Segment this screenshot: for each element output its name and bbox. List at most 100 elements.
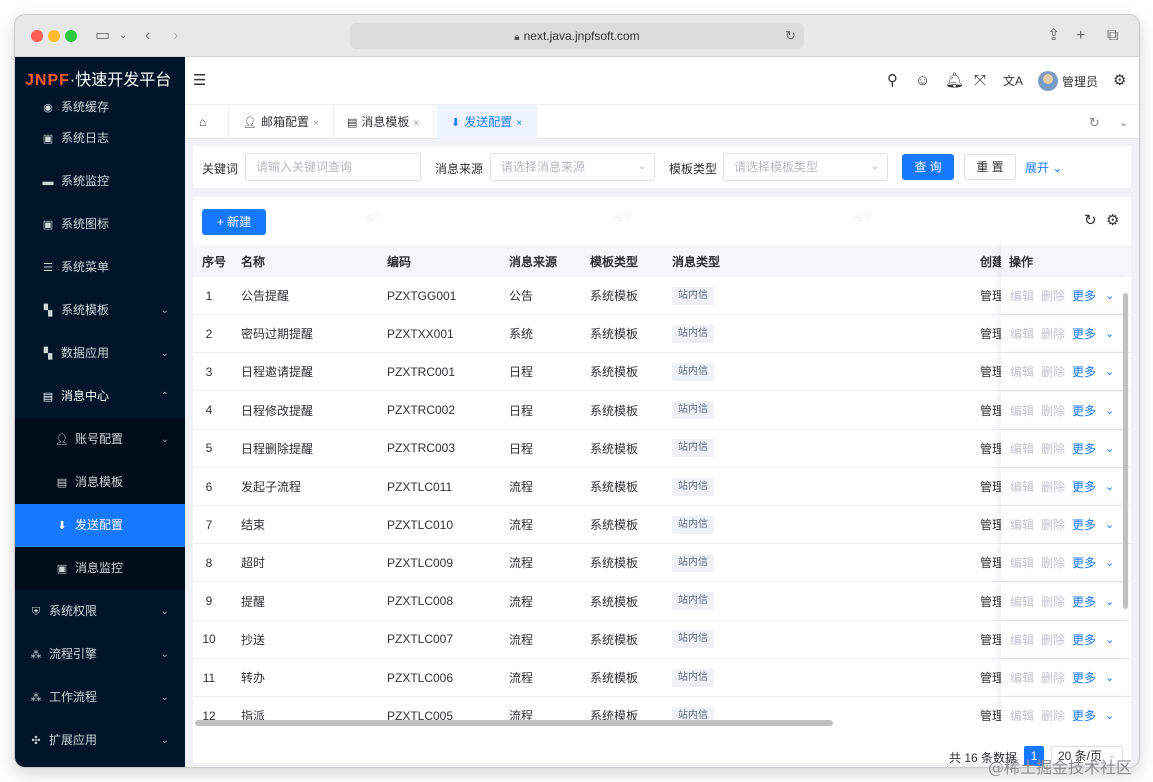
search-icon[interactable]: ⚲ bbox=[887, 71, 898, 91]
gear-icon[interactable]: ⚙ bbox=[1113, 71, 1126, 91]
sidebar-item-icons[interactable]: ▣ 系统图标 bbox=[15, 203, 185, 246]
fullscreen-icon[interactable]: ⤧ bbox=[974, 71, 986, 91]
sidebar-item-flow-engine[interactable]: ⁂ 流程引擎 ⌄ bbox=[15, 633, 185, 676]
horizontal-scrollbar[interactable] bbox=[195, 720, 833, 726]
edit-link[interactable]: 编辑 bbox=[1010, 697, 1034, 721]
delete-link[interactable]: 删除 bbox=[1041, 697, 1065, 721]
chevron-down-icon[interactable]: ⌄ bbox=[1105, 277, 1114, 314]
edit-link[interactable]: 编辑 bbox=[1010, 659, 1034, 696]
address-bar[interactable]: 🔒︎ next.java.jnpfsoft.com ↻ bbox=[350, 23, 804, 49]
sidebar-item-data-apps[interactable]: ▚ 数据应用 ⌄ bbox=[15, 332, 185, 375]
sidebar-item-menu[interactable]: ☰ 系统菜单 bbox=[15, 246, 185, 289]
collapse-menu-icon[interactable]: ☰ bbox=[193, 71, 206, 91]
sidebar-item-account-config[interactable]: 👤︎ 账号配置 ⌄ bbox=[15, 418, 185, 461]
forward-icon[interactable]: › bbox=[173, 26, 178, 46]
edit-link[interactable]: 编辑 bbox=[1010, 392, 1034, 429]
more-link[interactable]: 更多 bbox=[1072, 468, 1096, 505]
sidebar-item-message-monitor[interactable]: ▣ 消息监控 bbox=[15, 547, 185, 590]
more-link[interactable]: 更多 bbox=[1072, 315, 1096, 352]
back-icon[interactable]: ‹ bbox=[145, 26, 150, 46]
more-link[interactable]: 更多 bbox=[1072, 430, 1096, 467]
type-select[interactable]: 请选择模板类型 ⌄ bbox=[723, 153, 888, 181]
delete-link[interactable]: 删除 bbox=[1041, 621, 1065, 658]
keyword-input[interactable]: 请输入关键词查询 bbox=[245, 153, 421, 181]
sidebar-toggle-icon[interactable]: ▭ bbox=[95, 26, 110, 46]
delete-link[interactable]: 删除 bbox=[1041, 315, 1065, 352]
table-row[interactable]: 7 结束 PZXTLC010 流程 系统模板 站内信 管理 编辑 删除 更多 ⌄ bbox=[193, 506, 1131, 545]
more-link[interactable]: 更多 bbox=[1072, 659, 1096, 696]
close-window-button[interactable] bbox=[31, 30, 43, 42]
more-link[interactable]: 更多 bbox=[1072, 353, 1096, 390]
more-link[interactable]: 更多 bbox=[1072, 392, 1096, 429]
table-row[interactable]: 3 日程邀请提醒 PZXTRC001 日程 系统模板 站内信 管理 编辑 删除 更多 ⌄ bbox=[193, 353, 1131, 392]
more-link[interactable]: 更多 bbox=[1072, 621, 1096, 658]
close-icon[interactable]: × bbox=[413, 118, 419, 129]
translate-icon[interactable]: 文A bbox=[1003, 71, 1023, 91]
table-row[interactable]: 4 日程修改提醒 PZXTRC002 日程 系统模板 站内信 管理 编辑 删除 更多 ⌄ bbox=[193, 391, 1131, 430]
table-row[interactable]: 12 指派 PZXTLC005 流程 系统模板 站内信 管理 编辑 删除 更多 ⌄ bbox=[193, 697, 1131, 721]
chevron-down-icon[interactable]: ⌄ bbox=[1105, 315, 1114, 352]
delete-link[interactable]: 删除 bbox=[1041, 353, 1065, 390]
new-button[interactable]: + 新建 bbox=[202, 209, 266, 235]
chevron-down-icon[interactable]: ⌄ bbox=[1105, 430, 1114, 467]
edit-link[interactable]: 编辑 bbox=[1010, 621, 1034, 658]
table-row[interactable]: 6 发起子流程 PZXTLC011 流程 系统模板 站内信 管理 编辑 删除 更多 ⌄ bbox=[193, 468, 1131, 506]
delete-link[interactable]: 删除 bbox=[1041, 506, 1065, 543]
edit-link[interactable]: 编辑 bbox=[1010, 353, 1034, 390]
sidebar-item-message-template[interactable]: ▤ 消息模板 bbox=[15, 461, 185, 504]
sidebar-item-monitor[interactable]: ▬ 系统监控 bbox=[15, 160, 185, 203]
avatar[interactable] bbox=[1038, 71, 1058, 91]
sidebar-item-template[interactable]: ▚ 系统模板 ⌄ bbox=[15, 289, 185, 332]
table-row[interactable]: 1 公告提醒 PZXTGG001 公告 系统模板 站内信 管理 编辑 删除 更多 ⌄ bbox=[193, 277, 1131, 315]
edit-link[interactable]: 编辑 bbox=[1010, 430, 1034, 467]
delete-link[interactable]: 删除 bbox=[1041, 659, 1065, 696]
more-link[interactable]: 更多 bbox=[1072, 506, 1096, 543]
new-tab-icon[interactable]: + bbox=[1076, 26, 1085, 46]
sidebar-item-send-config[interactable]: ⬇︎ 发送配置 bbox=[15, 504, 185, 547]
minimize-window-button[interactable] bbox=[48, 30, 60, 42]
chevron-down-icon[interactable]: ⌄ bbox=[1105, 659, 1114, 696]
edit-link[interactable]: 编辑 bbox=[1010, 506, 1034, 543]
chevron-down-icon[interactable]: ⌄ bbox=[1105, 353, 1114, 390]
reload-icon[interactable]: ↻ bbox=[785, 23, 796, 49]
reset-button[interactable]: 重 置 bbox=[964, 154, 1016, 180]
delete-link[interactable]: 删除 bbox=[1041, 277, 1065, 314]
table-row[interactable]: 11 转办 PZXTLC006 流程 系统模板 站内信 管理 编辑 删除 更多 ⌄ bbox=[193, 659, 1131, 697]
chevron-down-icon[interactable]: ⌄ bbox=[1105, 621, 1114, 658]
expand-link[interactable]: 展开 ⌄ bbox=[1025, 159, 1062, 176]
sidebar-item-cache[interactable]: ◉ 系统缓存 bbox=[15, 101, 185, 113]
app-logo[interactable]: JNPF·快速开发平台 bbox=[15, 57, 185, 105]
more-link[interactable]: 更多 bbox=[1072, 583, 1096, 620]
more-link[interactable]: 更多 bbox=[1072, 544, 1096, 581]
table-row[interactable]: 10 抄送 PZXTLC007 流程 系统模板 站内信 管理 编辑 删除 更多 ⌄ bbox=[193, 620, 1131, 659]
tab-email-config[interactable]: 👤︎ 邮箱配置 × bbox=[229, 105, 334, 139]
more-link[interactable]: 更多 bbox=[1072, 697, 1096, 721]
delete-link[interactable]: 删除 bbox=[1041, 392, 1065, 429]
query-button[interactable]: 查 询 bbox=[902, 154, 954, 180]
delete-link[interactable]: 删除 bbox=[1041, 544, 1065, 581]
edit-link[interactable]: 编辑 bbox=[1010, 277, 1034, 314]
table-row[interactable]: 2 密码过期提醒 PZXTXX001 系统 系统模板 站内信 管理 编辑 删除 更多 ⌄ bbox=[193, 315, 1131, 354]
tab-overview-icon[interactable]: ⧉ bbox=[1107, 26, 1118, 46]
chevron-down-icon[interactable]: ⌄ bbox=[1105, 468, 1114, 505]
chevron-down-icon[interactable]: ⌄ bbox=[1105, 583, 1114, 620]
table-row[interactable]: 8 超时 PZXTLC009 流程 系统模板 站内信 管理 编辑 删除 更多 ⌄ bbox=[193, 544, 1131, 583]
gear-icon[interactable]: ⚙ bbox=[1106, 211, 1119, 229]
home-tab[interactable]: ⌂ bbox=[185, 105, 229, 139]
edit-link[interactable]: 编辑 bbox=[1010, 583, 1034, 620]
refresh-icon[interactable]: ↻ bbox=[1084, 211, 1097, 229]
chevron-down-icon[interactable]: ⌄ bbox=[1105, 544, 1114, 581]
sidebar-item-permissions[interactable]: ⛨ 系统权限 ⌄ bbox=[15, 590, 185, 633]
vertical-scrollbar[interactable] bbox=[1123, 293, 1128, 609]
more-link[interactable]: 更多 bbox=[1072, 277, 1096, 314]
close-icon[interactable]: × bbox=[313, 118, 319, 129]
chat-icon[interactable]: ☺ bbox=[915, 71, 930, 91]
bell-icon[interactable]: 🔔︎ bbox=[945, 71, 964, 91]
sidebar-item-workflow[interactable]: ⁂ 工作流程 ⌄ bbox=[15, 676, 185, 719]
share-icon[interactable]: ⇪ bbox=[1047, 26, 1060, 46]
chevron-down-icon[interactable]: ⌄ bbox=[1119, 113, 1128, 133]
close-icon[interactable]: × bbox=[516, 118, 522, 129]
edit-link[interactable]: 编辑 bbox=[1010, 315, 1034, 352]
sidebar-item-message-center[interactable]: ▤ 消息中心 ⌃ bbox=[15, 375, 185, 418]
chevron-down-icon[interactable]: ⌄ bbox=[1105, 392, 1114, 429]
